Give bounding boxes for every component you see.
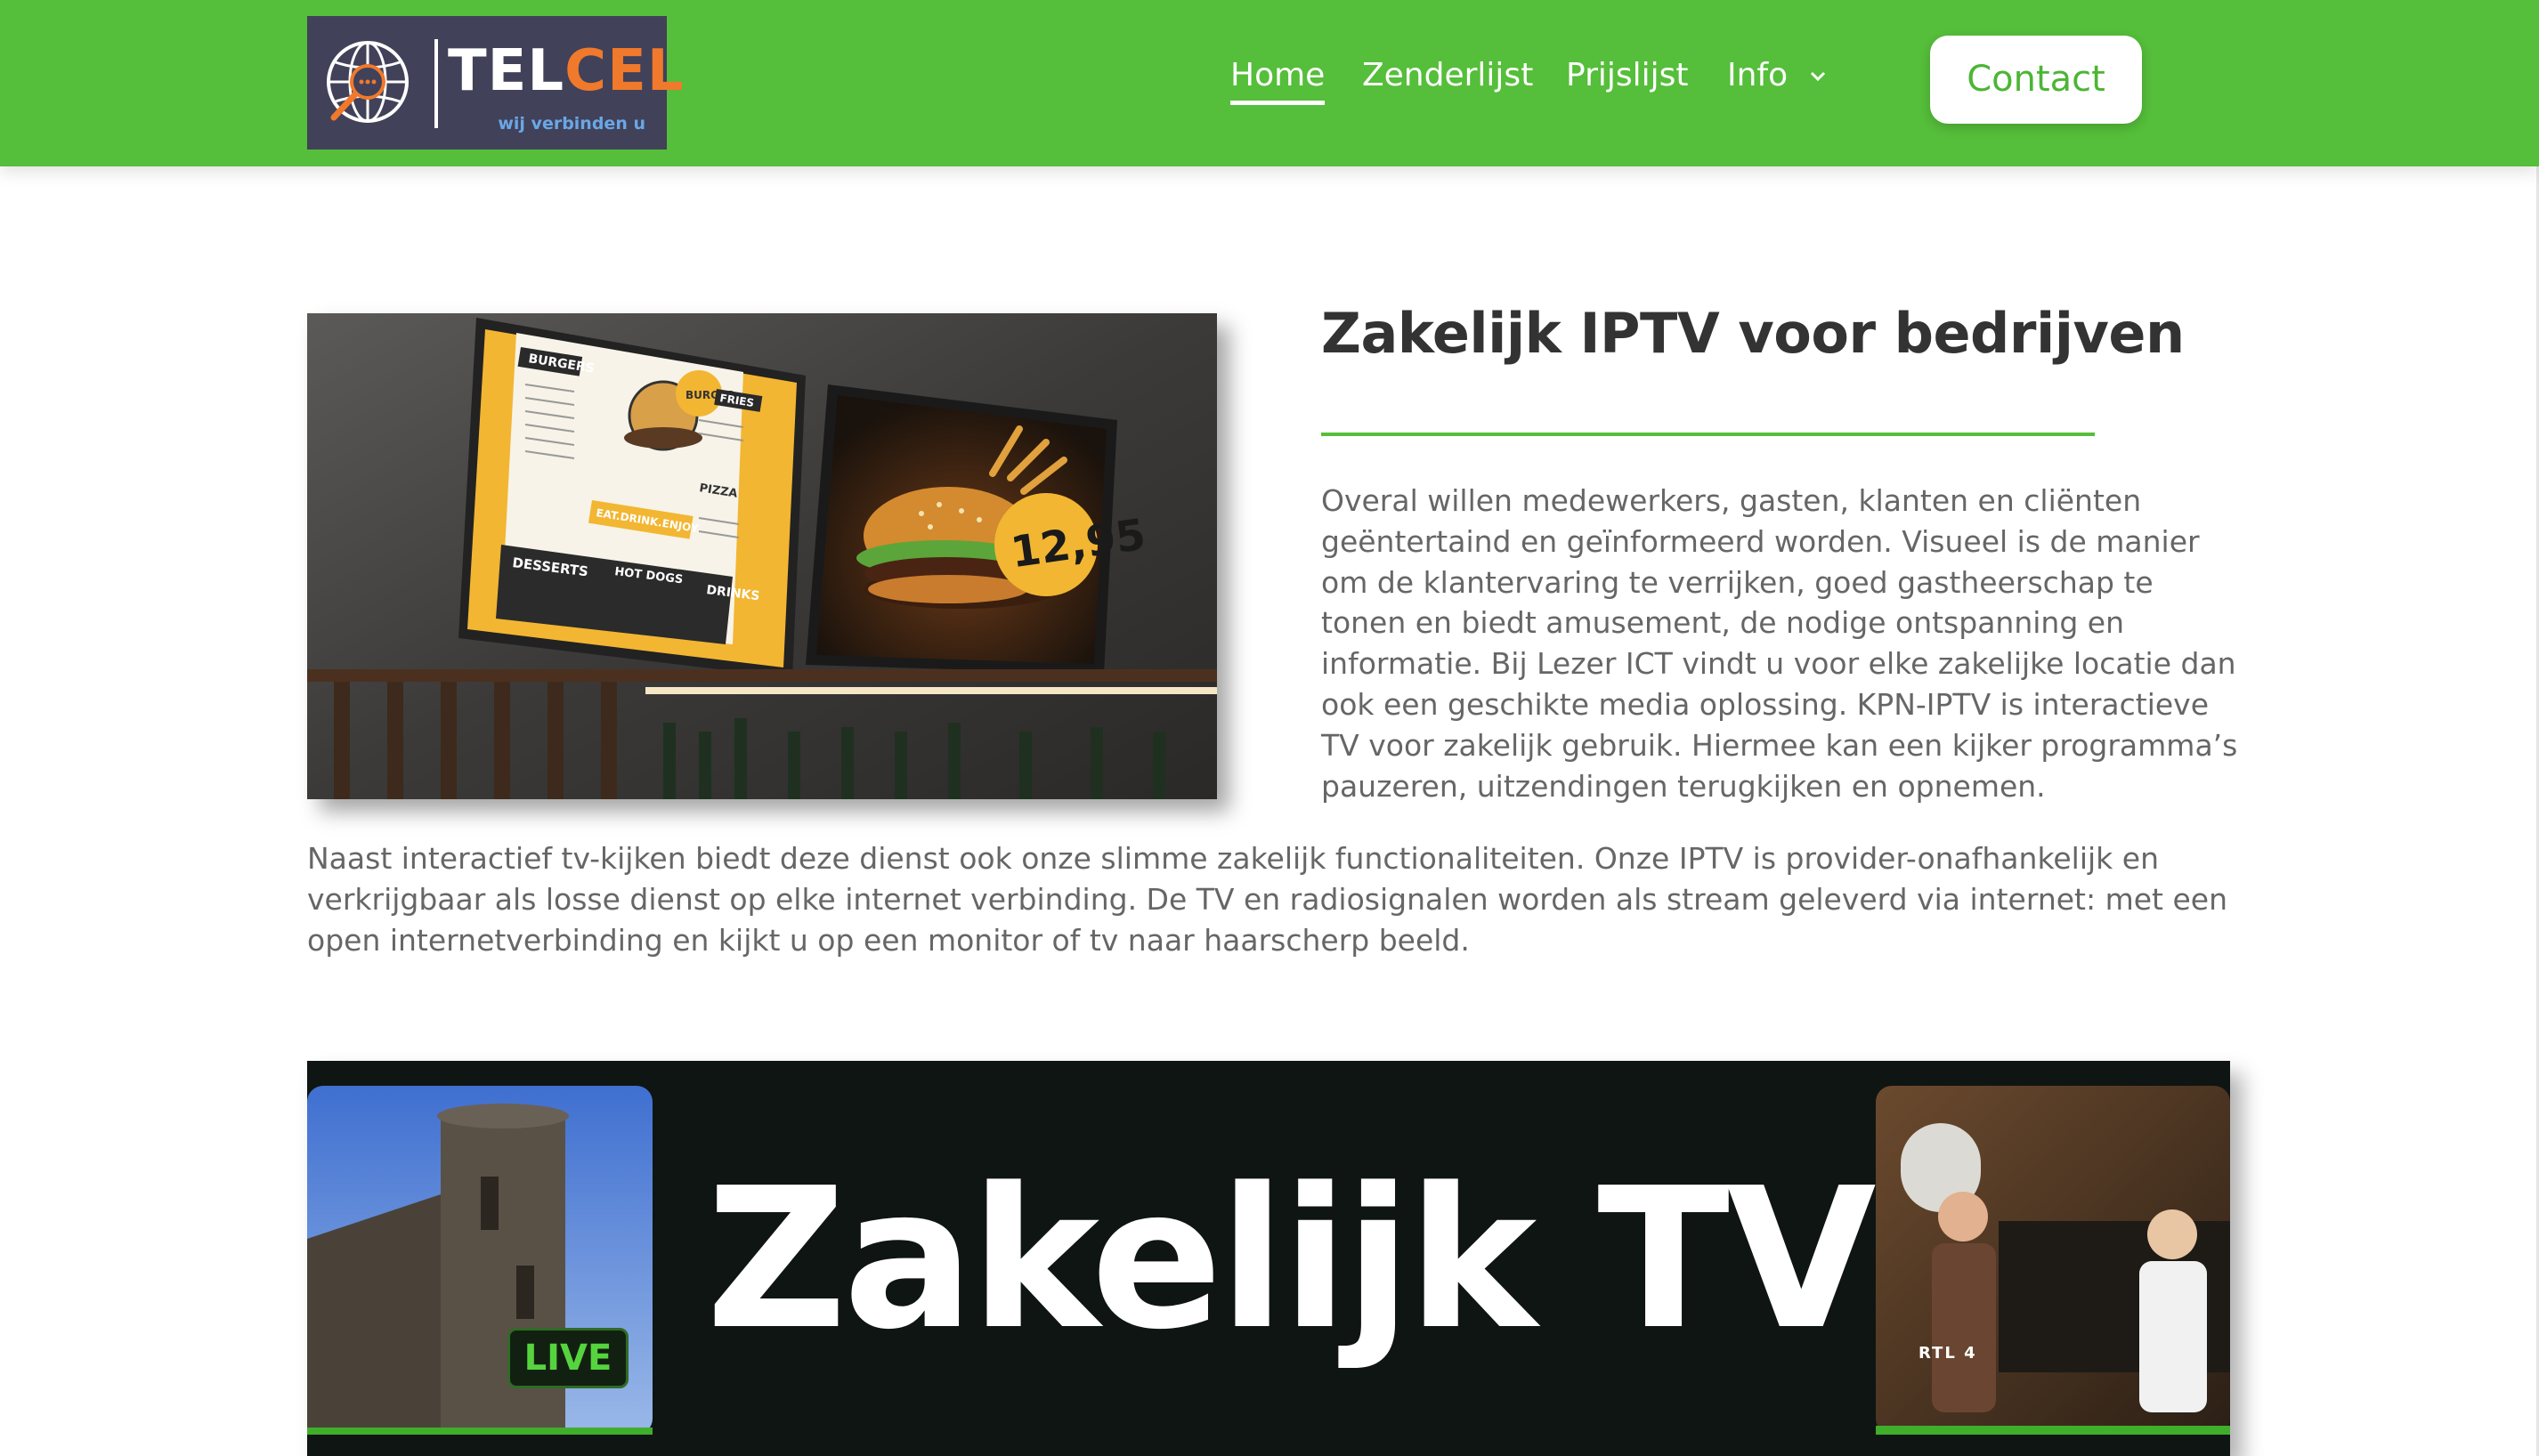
active-indicator (1230, 101, 1326, 105)
chevron-down-icon (1810, 71, 1825, 82)
menu-board-illustration: BURGERS BURGER FRIES PIZZA EAT.DRINK.ENJ… (307, 313, 1217, 799)
site-header: TELCEL wij verbinden u Home Zenderlijst … (0, 0, 2539, 166)
restaurant-menu-display-image: BURGERS BURGER FRIES PIZZA EAT.DRINK.ENJ… (307, 313, 1217, 799)
nav-item-zenderlijst[interactable]: Zenderlijst (1362, 52, 1533, 105)
intro-paragraph: Overal willen medewerkers, gasten, klant… (1321, 483, 2238, 804)
site-logo[interactable]: TELCEL wij verbinden u (307, 16, 684, 150)
title-divider (1321, 433, 2095, 436)
logo-wordmark: TELCEL (448, 38, 685, 104)
nav-item-home[interactable]: Home (1230, 52, 1326, 105)
contact-button[interactable]: Contact (1930, 36, 2142, 124)
page-title: Zakelijk IPTV voor bedrijven (1321, 301, 2185, 366)
nav-item-prijslijst[interactable]: Prijslijst (1566, 52, 1689, 105)
nav-info-label: Info (1727, 57, 1789, 93)
globe-search-icon (327, 41, 409, 123)
channel-logo-rtl4: RTL 4 (1918, 1344, 1977, 1363)
nav-item-info[interactable]: Info (1727, 52, 1827, 105)
live-badge: LIVE (507, 1328, 629, 1388)
body-paragraph: Naast interactief tv-kijken biedt deze d… (307, 841, 2227, 958)
zakelijk-tv-banner: Zakelijk TV LIVE RTL 4 (307, 1061, 2230, 1456)
nav-home-label: Home (1230, 57, 1326, 93)
banner-title: Zakelijk TV (706, 1147, 1877, 1372)
nav-zenderlijst-label: Zenderlijst (1362, 57, 1534, 93)
nav-prijslijst-label: Prijslijst (1566, 57, 1689, 93)
logo-tagline: wij verbinden u (498, 114, 645, 133)
logo-divider (434, 39, 438, 128)
